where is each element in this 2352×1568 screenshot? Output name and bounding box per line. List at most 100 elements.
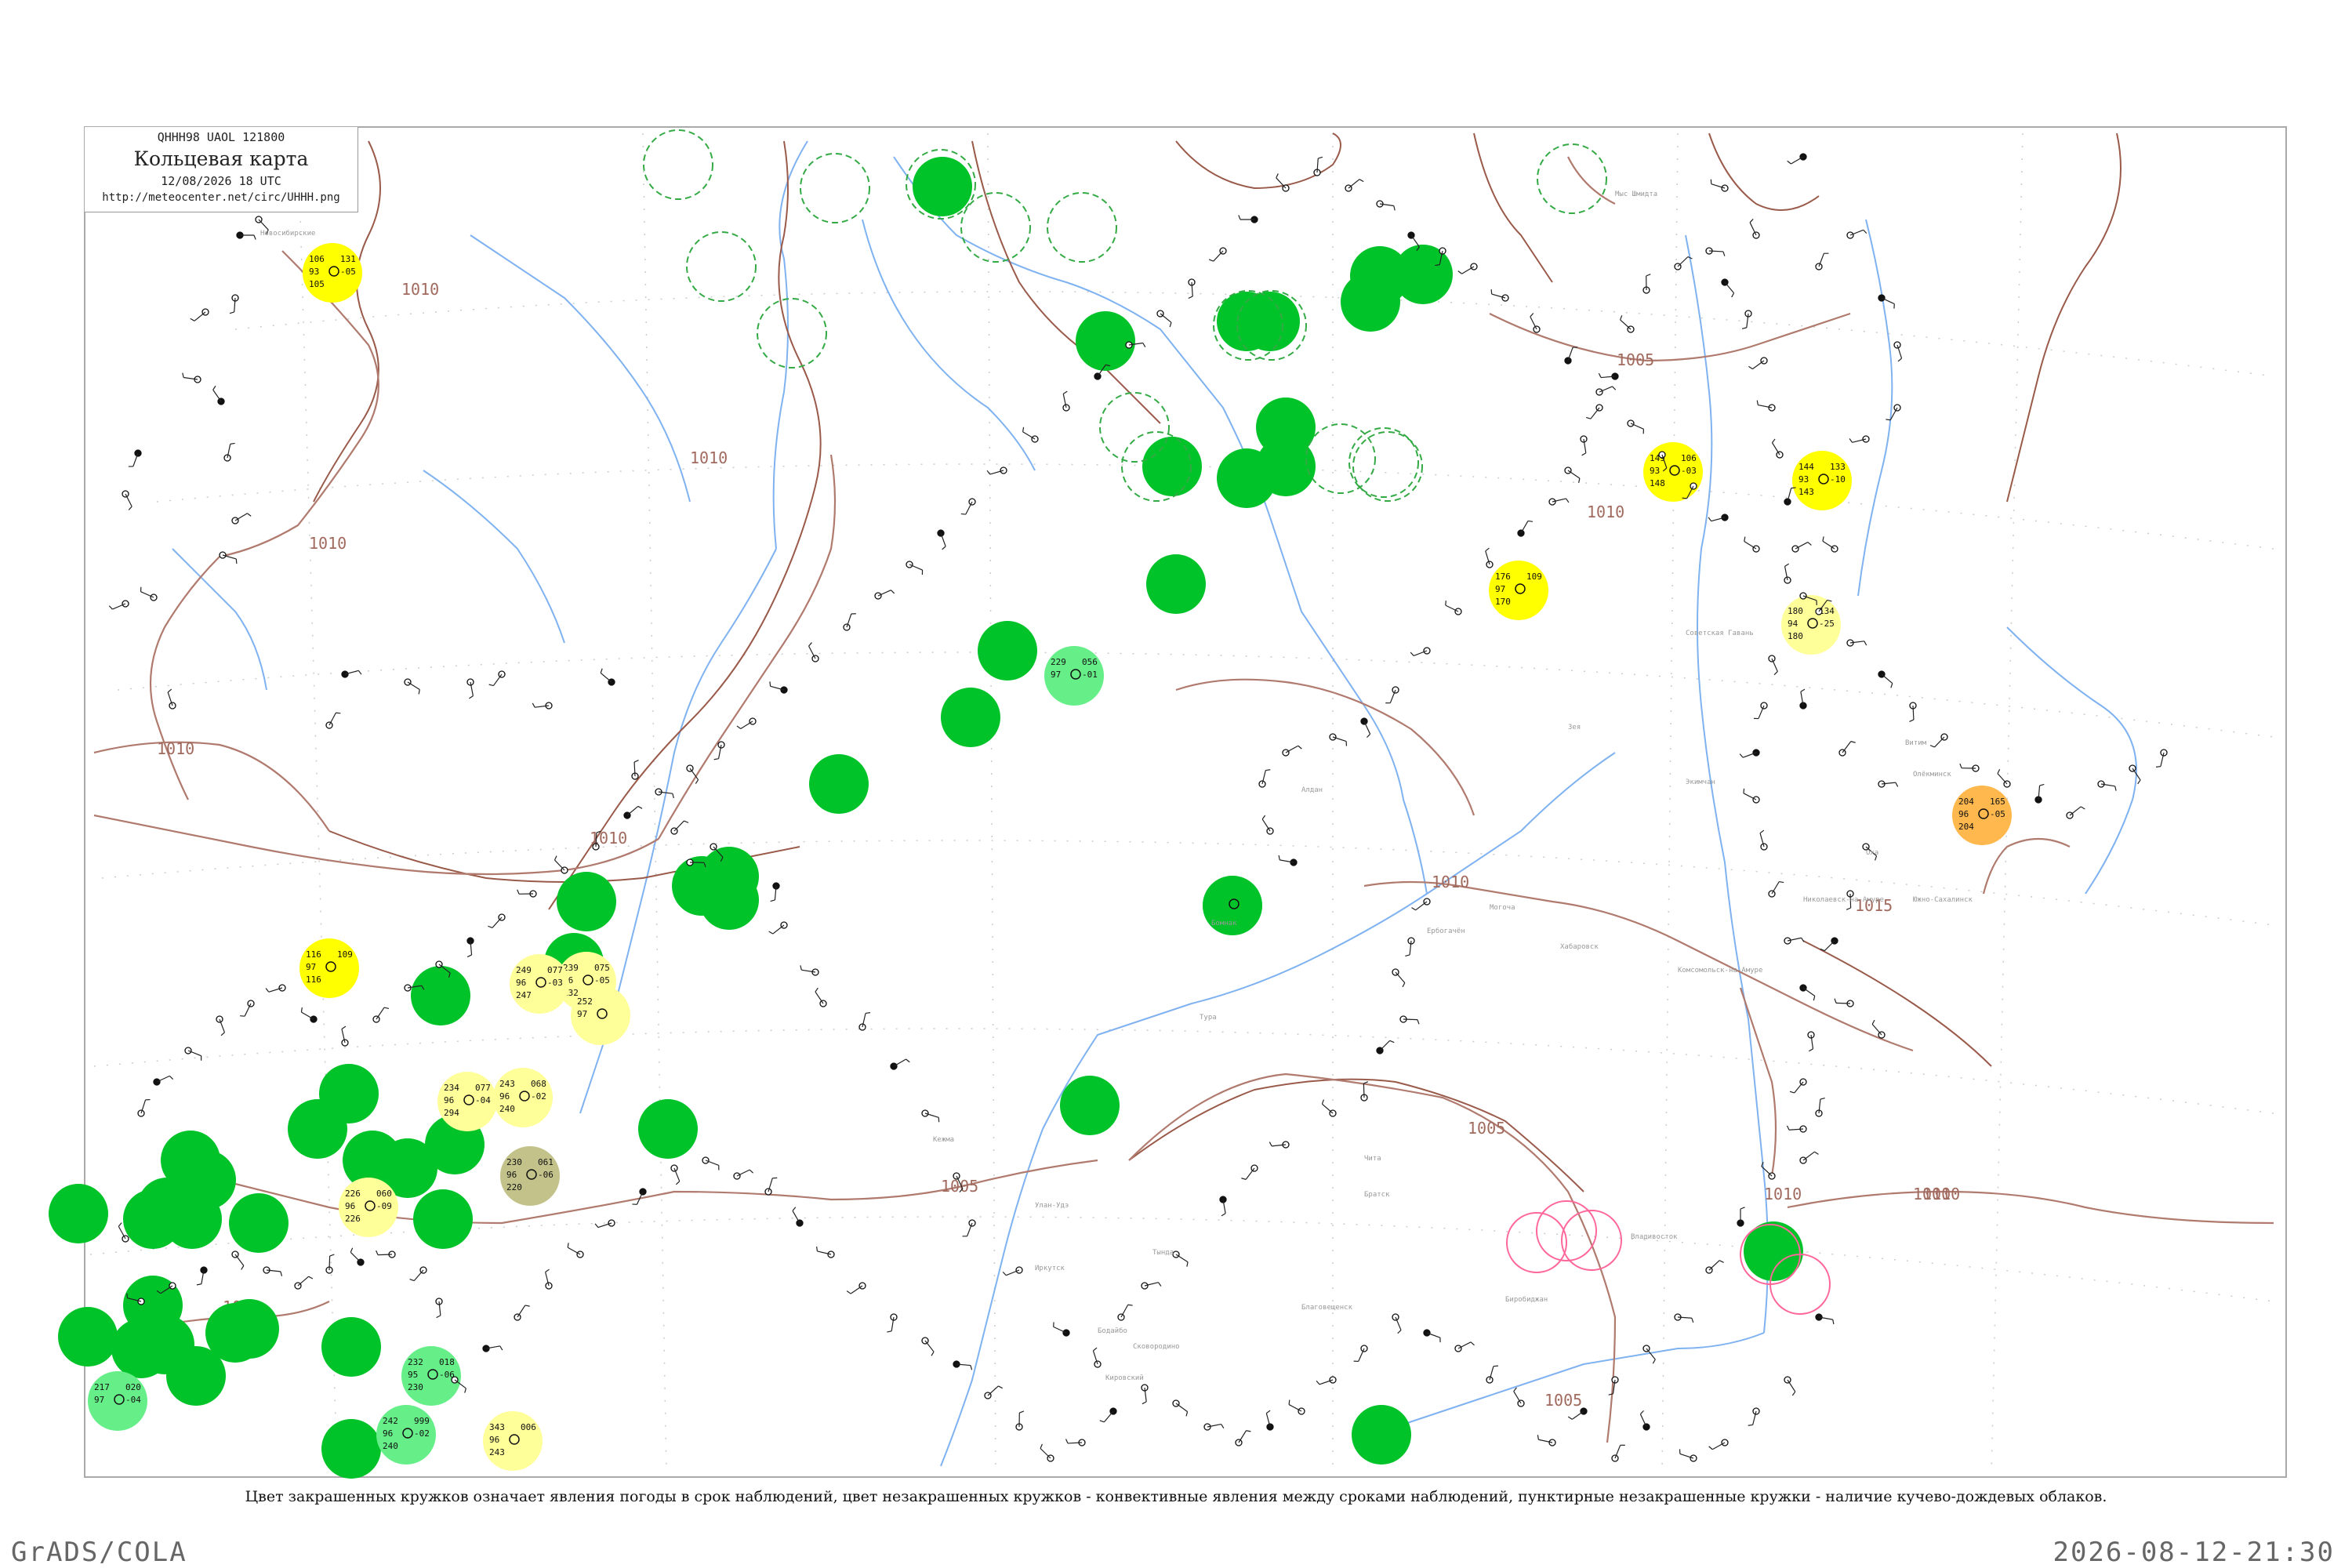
place-label: Олёкминск (1913, 771, 1951, 779)
small-station (937, 529, 946, 550)
wind-barb-feather (2039, 783, 2045, 786)
wind-barb-feather (1405, 954, 1410, 957)
small-station (1002, 1266, 1023, 1276)
small-station (702, 1156, 720, 1171)
station-plot: 176 97 170 109 (1489, 561, 1548, 620)
wind-barb-feather (1740, 1207, 1745, 1210)
small-station (858, 1012, 871, 1031)
wind-barb-feather (1578, 477, 1581, 484)
wind-barb (1415, 901, 1428, 911)
station-plot: 23295230018-06 (401, 1346, 461, 1406)
station-value: 116 (306, 949, 321, 960)
station-value: 96 (499, 1091, 510, 1102)
wind-barb-feather (1897, 358, 1902, 362)
small-station (1807, 1031, 1815, 1052)
wind-barb-feather (2137, 779, 2141, 785)
small-station (1376, 1040, 1395, 1054)
wind-barb-feather (1530, 313, 1534, 318)
wind-barb (1285, 745, 1299, 753)
wind-barb-feather (1719, 1260, 1724, 1263)
small-station (1567, 1407, 1588, 1420)
small-station (1849, 435, 1870, 443)
wind-barb (1103, 1410, 1114, 1423)
wind-barb-feather (1800, 688, 1806, 692)
wind-barb (1677, 256, 1689, 267)
small-station (736, 717, 757, 730)
wind-barb (1238, 1430, 1247, 1443)
wind-barb-feather (1756, 400, 1759, 405)
station-value: 148 (1650, 478, 1665, 488)
wind-barb-feather (1749, 219, 1754, 223)
wind-barb-feather (1363, 1081, 1369, 1084)
small-station (1537, 1435, 1556, 1446)
small-station (1585, 404, 1603, 419)
place-label: Экимчан (1686, 779, 1715, 786)
isobar-label: 1010 (157, 739, 194, 758)
small-station (815, 987, 827, 1007)
small-station (816, 1246, 835, 1258)
wind-barb-feather (196, 1283, 201, 1286)
wind-barb-feather (1789, 1091, 1795, 1094)
weather-circle (111, 1319, 171, 1378)
weather-circle (413, 1189, 473, 1249)
wind-barb-feather (1261, 815, 1266, 820)
wind-barb-feather (815, 987, 818, 993)
small-station (2155, 749, 2168, 768)
place-label: Советская Гавань (1686, 630, 1754, 637)
isobar-label: 1005 (1468, 1119, 1505, 1138)
weather-circle (162, 1189, 222, 1249)
small-station (1749, 219, 1760, 239)
wind-barb-feather (1188, 296, 1193, 299)
wind-barb (1520, 521, 1529, 534)
small-station (1611, 1444, 1625, 1462)
station-value: -04 (475, 1095, 491, 1105)
small-station (1486, 1365, 1498, 1384)
small-station (212, 385, 225, 405)
wind-barb (554, 859, 565, 871)
wind-barb (1620, 319, 1632, 330)
wind-barb (118, 1225, 126, 1240)
station-value: 95 (408, 1370, 418, 1380)
wind-barb-feather (931, 1351, 935, 1356)
filled-weather-circles (49, 157, 1803, 1479)
wind-barb-feather (1808, 1048, 1813, 1052)
wind-barb-feather (1864, 641, 1867, 646)
wind-barb (1824, 940, 1835, 952)
cb-ring (800, 153, 870, 223)
station-value: -05 (1990, 809, 2005, 819)
place-label: Сковородино (1133, 1343, 1180, 1351)
station-value: 075 (594, 963, 610, 973)
small-station (532, 702, 553, 710)
small-station (1748, 357, 1768, 370)
place-label: Хабаровск (1560, 942, 1599, 951)
small-station (567, 1243, 584, 1258)
weather-circle (1240, 292, 1300, 351)
wind-barb-feather (1493, 1365, 1498, 1367)
weather-circle (557, 872, 616, 931)
small-station (1878, 670, 1893, 688)
wind-barb (772, 924, 785, 935)
small-station (108, 600, 129, 610)
station-value: 061 (538, 1157, 554, 1167)
footer-timestamp: 2026-08-12-21:30 (2053, 1537, 2335, 1568)
place-label: Тура (1200, 1014, 1217, 1022)
wind-barb-feather (1807, 542, 1812, 546)
small-station (1627, 419, 1645, 434)
weather-circle (1146, 554, 1206, 614)
wind-barb-feather (1739, 753, 1744, 758)
small-station (1674, 1313, 1694, 1323)
small-station (1053, 1322, 1070, 1337)
place-label: Могоча (1490, 904, 1515, 912)
wind-barb-feather (1731, 292, 1735, 298)
isobar-label: 1010 (1764, 1185, 1802, 1203)
station-value: 180 (1788, 606, 1803, 616)
small-station (341, 1025, 349, 1047)
wind-barb (492, 673, 503, 686)
station-value: -10 (1830, 474, 1846, 485)
place-label: Николаевск-на-Амуре (1803, 896, 1884, 904)
small-station (514, 1305, 530, 1321)
small-station (1172, 1399, 1189, 1417)
station-plot: 116 97 116 109 (299, 938, 359, 998)
small-station (265, 984, 286, 993)
wind-barb-feather (1834, 998, 1837, 1004)
